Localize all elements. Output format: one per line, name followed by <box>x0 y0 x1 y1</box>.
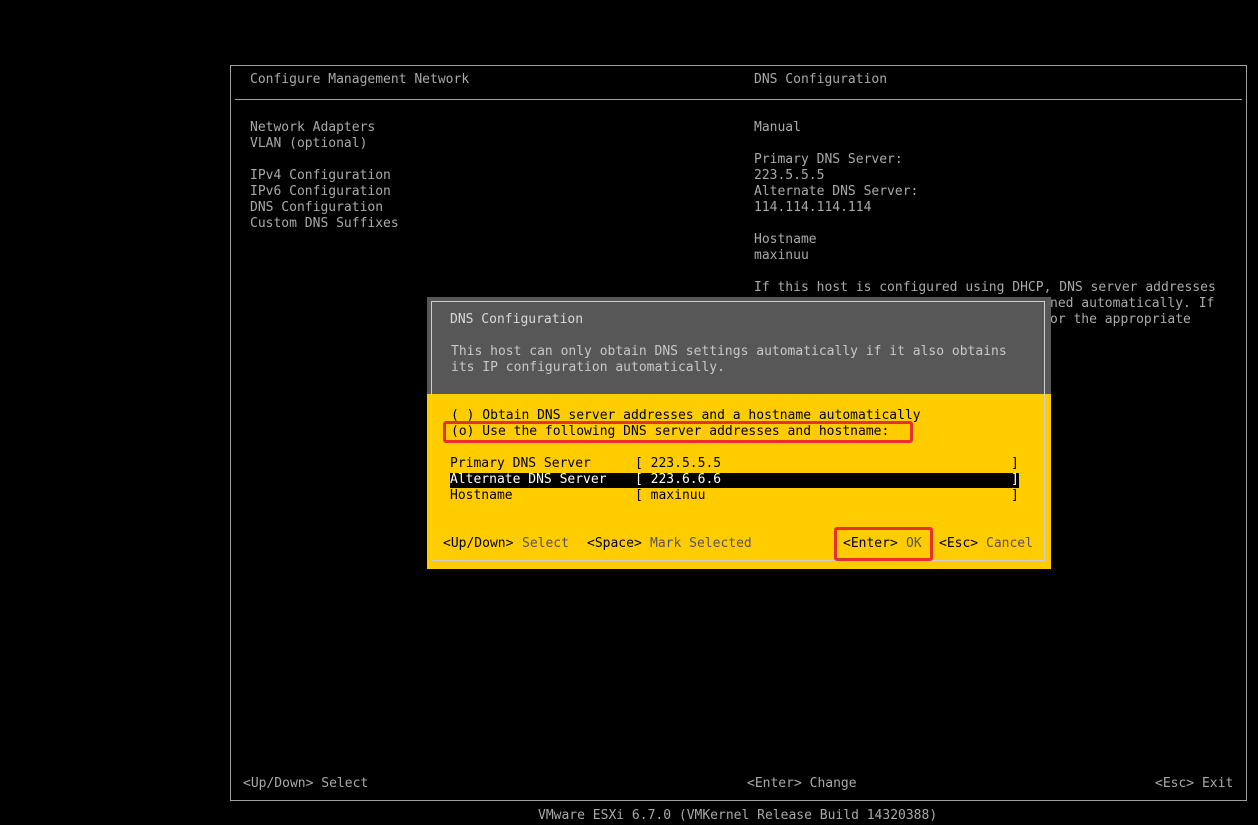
info-note-line3: or the appropriate <box>1050 312 1191 327</box>
right-title: DNS Configuration <box>754 72 888 87</box>
hostname-input[interactable]: [ maxinuu <box>635 488 705 504</box>
info-note-line2: ned automatically. If <box>1050 296 1215 311</box>
status-change: <Enter> Change <box>747 776 857 791</box>
menu-item-ipv4[interactable]: IPv4 Configuration <box>250 168 391 184</box>
primary-dns-label: Primary DNS Server: <box>754 152 903 167</box>
status-select: <Up/Down> Select <box>243 776 369 791</box>
dialog-title: DNS Configuration <box>450 312 584 327</box>
esc-key[interactable]: <Esc> <box>939 536 978 552</box>
alternate-dns-field-label: Alternate DNS Server <box>450 472 607 487</box>
hostname-label: Hostname <box>754 232 817 247</box>
version-footer: VMware ESXi 6.7.0 (VMKernel Release Buil… <box>538 808 938 823</box>
menu-item-ipv6[interactable]: IPv6 Configuration <box>250 184 391 200</box>
primary-dns-field-label: Primary DNS Server <box>450 456 591 471</box>
status-exit: <Esc> Exit <box>1155 776 1234 791</box>
hostname-value: maxinuu <box>754 248 809 263</box>
space-action: Mark Selected <box>650 536 752 551</box>
alternate-dns-label: Alternate DNS Server: <box>754 184 919 199</box>
dns-mode: Manual <box>754 120 801 135</box>
header-divider <box>235 99 1242 100</box>
menu-item-network-adapters[interactable]: Network Adapters <box>250 120 375 136</box>
updown-action: Select <box>522 536 569 551</box>
dialog-desc-line2: its IP configuration automatically. <box>451 360 725 375</box>
highlight-manual-option <box>443 421 913 443</box>
alternate-dns-value: 114.114.114.114 <box>754 200 872 215</box>
hostname-close-bracket: ] <box>1011 488 1019 503</box>
alternate-dns-close-bracket: ] <box>1011 472 1019 487</box>
alternate-dns-input[interactable]: [ 223.6.6.6 <box>635 472 721 488</box>
highlight-ok-button <box>834 527 933 561</box>
esc-action[interactable]: Cancel <box>986 536 1033 552</box>
left-title: Configure Management Network <box>250 72 470 87</box>
info-note-line1: If this host is configured using DHCP, D… <box>754 280 1216 295</box>
menu-item-vlan[interactable]: VLAN (optional) <box>250 136 367 152</box>
space-key: <Space> <box>587 536 642 551</box>
primary-dns-input[interactable]: [ 223.5.5.5 <box>635 456 721 472</box>
dns-config-dialog: DNS Configuration This host can only obt… <box>427 297 1051 569</box>
updown-key: <Up/Down> <box>443 536 514 551</box>
primary-dns-value: 223.5.5.5 <box>754 168 825 183</box>
primary-dns-close-bracket: ] <box>1011 456 1019 471</box>
menu-item-dns-suffixes[interactable]: Custom DNS Suffixes <box>250 216 399 232</box>
dialog-desc-line1: This host can only obtain DNS settings a… <box>451 344 1007 359</box>
hostname-field-label: Hostname <box>450 488 513 503</box>
menu-item-dns[interactable]: DNS Configuration <box>250 200 383 216</box>
